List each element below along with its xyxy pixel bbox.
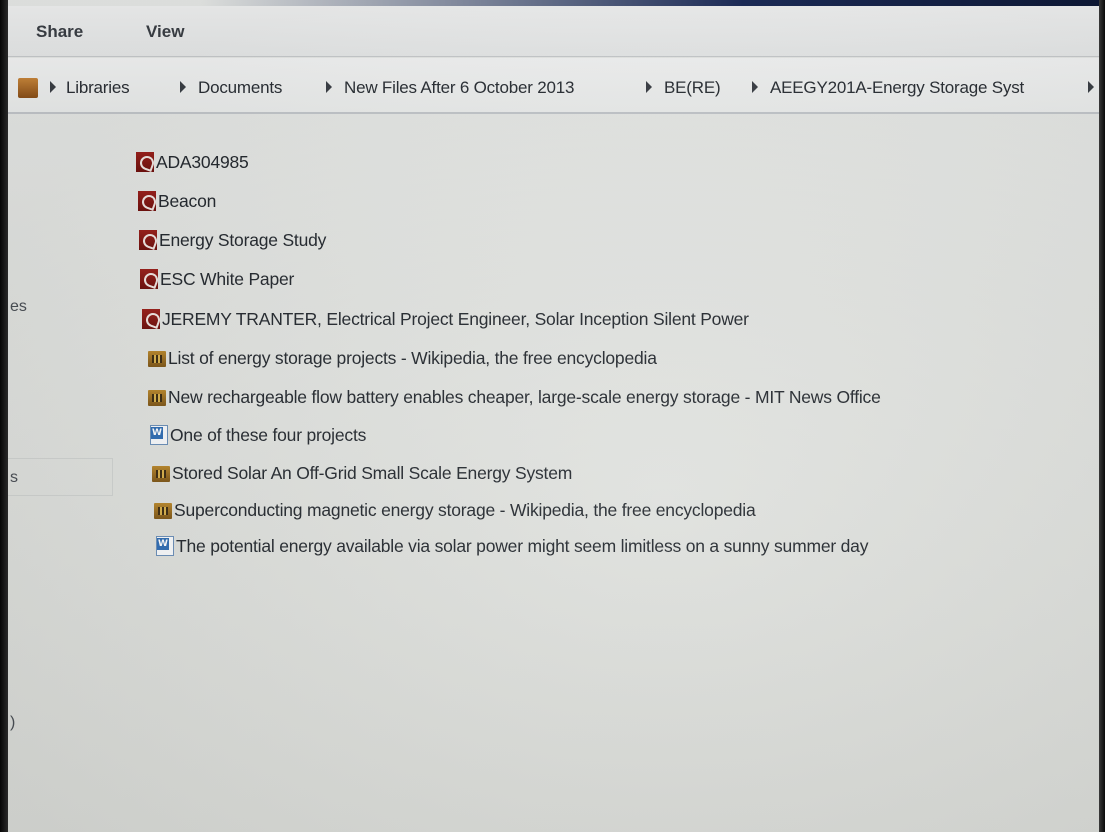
explorer-window: Share View Libraries Documents New Files… — [0, 0, 1105, 832]
tab-share[interactable]: Share — [36, 22, 83, 42]
file-name: Stored Solar An Off-Grid Small Scale Ene… — [172, 462, 573, 483]
folder-icon[interactable] — [18, 78, 38, 98]
file-item[interactable]: List of energy storage projects - Wikipe… — [146, 345, 657, 371]
html-icon — [152, 499, 174, 521]
file-name: Beacon — [158, 190, 217, 211]
breadcrumb-documents[interactable]: Documents — [198, 78, 282, 98]
chevron-right-icon[interactable] — [1088, 81, 1094, 93]
monitor-bezel — [1099, 0, 1105, 832]
pdf-icon — [134, 151, 156, 173]
file-name: Superconducting magnetic energy storage … — [174, 499, 756, 520]
ribbon: Share View — [8, 6, 1099, 57]
file-item[interactable]: ESC White Paper — [138, 266, 294, 292]
file-name: Energy Storage Study — [159, 229, 327, 250]
file-item[interactable]: New rechargeable flow battery enables ch… — [146, 384, 881, 410]
html-icon — [146, 386, 168, 408]
chevron-right-icon[interactable] — [180, 81, 186, 93]
chevron-right-icon[interactable] — [50, 81, 56, 93]
word-doc-icon — [148, 424, 170, 446]
html-icon — [146, 347, 168, 369]
file-name: ADA304985 — [156, 151, 249, 172]
breadcrumb-new-files[interactable]: New Files After 6 October 2013 — [344, 78, 574, 98]
address-bar[interactable]: Libraries Documents New Files After 6 Oc… — [8, 58, 1099, 114]
file-item[interactable]: One of these four projects — [148, 422, 366, 448]
chevron-right-icon[interactable] — [646, 81, 652, 93]
file-item[interactable]: ADA304985 — [134, 149, 249, 175]
file-name: JEREMY TRANTER, Electrical Project Engin… — [162, 308, 749, 329]
file-item[interactable]: JEREMY TRANTER, Electrical Project Engin… — [140, 306, 749, 332]
tab-view[interactable]: View — [146, 22, 184, 42]
breadcrumb-be-re[interactable]: BE(RE) — [664, 78, 721, 98]
pdf-icon — [140, 308, 162, 330]
pdf-icon — [138, 268, 160, 290]
screen-glare — [0, 0, 1105, 832]
file-name: New rechargeable flow battery enables ch… — [168, 386, 881, 407]
html-icon — [150, 462, 172, 484]
file-item[interactable]: Energy Storage Study — [137, 227, 326, 253]
file-item[interactable]: Stored Solar An Off-Grid Small Scale Ene… — [150, 460, 572, 486]
nav-pane-selected-item[interactable]: s — [8, 458, 113, 496]
word-doc-icon — [154, 535, 176, 557]
pdf-icon — [137, 229, 159, 251]
monitor-bezel — [0, 0, 8, 832]
pdf-icon — [136, 190, 158, 212]
nav-pane-item-fragment: s — [10, 469, 18, 486]
breadcrumb-aeegy201a[interactable]: AEEGY201A-Energy Storage Syst — [770, 78, 1024, 98]
breadcrumb-libraries[interactable]: Libraries — [66, 78, 130, 98]
file-name: List of energy storage projects - Wikipe… — [168, 347, 657, 368]
monitor-bezel — [200, 0, 1105, 6]
chevron-right-icon[interactable] — [326, 81, 332, 93]
file-name: The potential energy available via solar… — [176, 535, 869, 556]
file-name: ESC White Paper — [160, 268, 295, 289]
file-item[interactable]: Beacon — [136, 188, 216, 214]
chevron-right-icon[interactable] — [752, 81, 758, 93]
file-item[interactable]: The potential energy available via solar… — [154, 533, 868, 559]
nav-pane-item-fragment: ) — [10, 714, 16, 731]
nav-pane-item-fragment[interactable]: es — [10, 298, 27, 316]
file-item[interactable]: Superconducting magnetic energy storage … — [152, 497, 756, 523]
file-name: One of these four projects — [170, 424, 367, 445]
